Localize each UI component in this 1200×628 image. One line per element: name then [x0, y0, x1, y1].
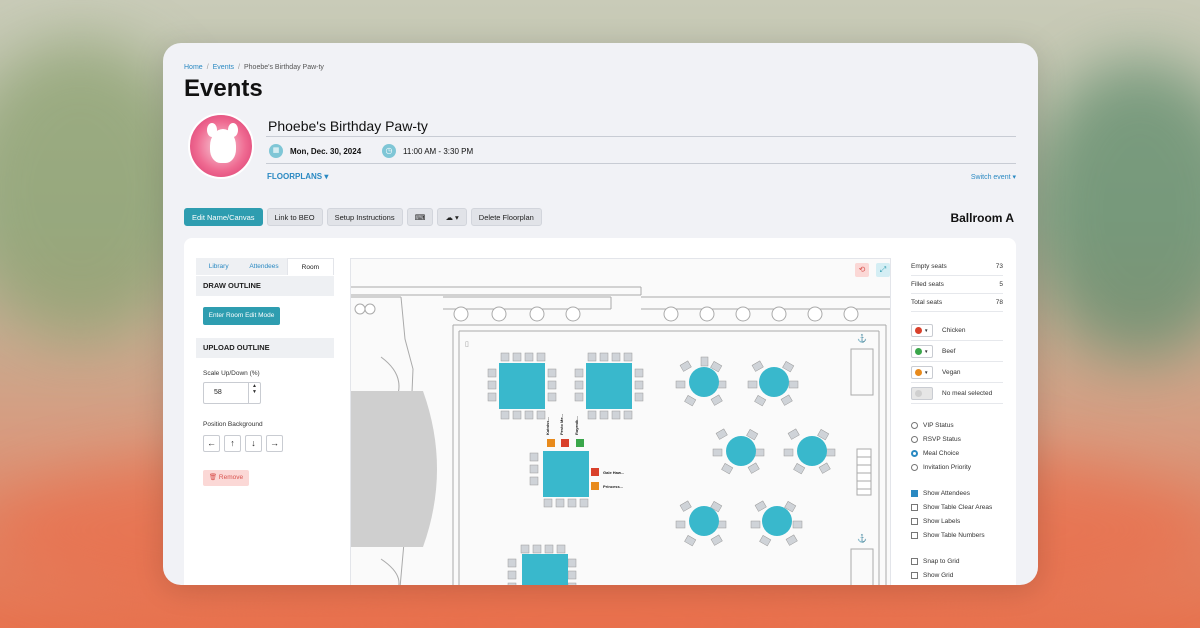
seat-stat-row: Empty seats 73	[911, 258, 1003, 276]
edit-name-canvas-button[interactable]: Edit Name/Canvas	[184, 208, 263, 226]
left-tabs: Library Attendees Room	[196, 258, 334, 275]
room-title: Ballroom A	[950, 211, 1014, 225]
meal-row-vegan: ▼ Vegan	[911, 362, 1003, 383]
anchor-icon: ⚓	[857, 333, 867, 343]
snap-to-grid-checkbox[interactable]: Snap to Grid	[911, 554, 1003, 568]
trash-icon: 🗑	[208, 474, 218, 481]
position-arrows: ← ↑ ↓ →	[203, 435, 283, 452]
anchor-icon: ⚓	[857, 533, 867, 543]
upload-outline-header: UPLOAD OUTLINE	[196, 338, 334, 358]
app-window: Home / Events / Phoebe's Birthday Paw-ty Eve…	[163, 43, 1038, 585]
enter-room-edit-mode-button[interactable]: Enter Room Edit Mode	[203, 307, 280, 325]
seat-label-right: Gale Haw...	[603, 470, 624, 475]
breadcrumb: Home / Events / Phoebe's Birthday Paw-ty	[184, 64, 324, 71]
meal-row-chicken: ▼ Chicken	[911, 320, 1003, 341]
show-labels-checkbox[interactable]: Show Labels	[911, 514, 1003, 528]
seat-stat-row: Total seats 78	[911, 294, 1003, 312]
meal-color-picker[interactable]: ▼	[911, 323, 933, 337]
view-option-rsvp[interactable]: RSVP Status	[911, 432, 1003, 446]
floorplans-dropdown[interactable]: FLOORPLANS ▾	[267, 172, 328, 181]
breadcrumb-events[interactable]: Events	[213, 64, 234, 71]
arrow-down-icon[interactable]: ↓	[245, 435, 262, 452]
remove-button[interactable]: 🗑 Remove	[203, 470, 249, 486]
floorplan-editor: Library Attendees Room DRAW OUTLINE Ente…	[184, 238, 1016, 585]
meal-color-picker[interactable]: ▼	[911, 365, 933, 379]
caret-down-icon: ▼	[924, 327, 929, 333]
cloud-download-button[interactable]: ☁ ▾	[437, 208, 467, 226]
show-table-numbers-checkbox[interactable]: Show Table Numbers	[911, 528, 1003, 542]
seat-label-right: Princess...	[603, 484, 623, 489]
event-time: 11:00 AM - 3:30 PM	[403, 147, 474, 156]
view-option-vip[interactable]: VIP Status	[911, 418, 1003, 432]
breadcrumb-current: Phoebe's Birthday Paw-ty	[244, 64, 324, 71]
right-panel: Empty seats 73 Filled seats 5 Total seats 7…	[911, 258, 1003, 582]
show-grid-checkbox[interactable]: Show Grid	[911, 568, 1003, 582]
seat-label-top: Katniss...	[545, 417, 550, 435]
keyboard-button[interactable]: ⌨	[406, 208, 434, 226]
floorplan-canvas[interactable]: ⟲ ⤢ Katniss... Pesto Me... Rayenik... Ga…	[350, 258, 891, 585]
scale-label: Scale Up/Down (%)	[203, 370, 260, 377]
view-option-priority[interactable]: Invitation Priority	[911, 460, 1003, 474]
caret-down-icon: ▾	[1012, 174, 1016, 181]
breadcrumb-home[interactable]: Home	[184, 64, 203, 71]
clock-icon: ◷	[382, 144, 396, 158]
scale-stepper[interactable]: ▲ ▼	[248, 383, 260, 403]
draw-outline-header: DRAW OUTLINE	[196, 276, 334, 296]
meal-row-beef: ▼ Beef	[911, 341, 1003, 362]
caret-down-icon: ▼	[924, 369, 929, 375]
meal-row-none: No meal selected	[911, 383, 1003, 404]
floorplan-drawing: Katniss... Pesto Me... Rayenik... Gale H…	[351, 286, 890, 585]
seat-stat-row: Filled seats 5	[911, 276, 1003, 294]
delete-floorplan-button[interactable]: Delete Floorplan	[470, 208, 542, 226]
seat-label-top: Pesto Me...	[559, 414, 564, 435]
show-attendees-checkbox[interactable]: Show Attendees	[911, 486, 1003, 500]
calendar-icon: ▦	[269, 144, 283, 158]
meal-color-picker[interactable]: ▼	[911, 344, 933, 358]
show-clear-areas-checkbox[interactable]: Show Table Clear Areas	[911, 500, 1003, 514]
tab-attendees[interactable]: Attendees	[241, 258, 287, 275]
caret-down-icon: ▾	[455, 213, 459, 222]
switch-event-dropdown[interactable]: Switch event ▾	[971, 173, 1016, 181]
cloud-icon: ☁	[445, 213, 453, 222]
event-date: Mon, Dec. 30, 2024	[290, 147, 362, 156]
event-avatar	[188, 113, 254, 179]
background-blob	[1030, 60, 1200, 360]
arrow-left-icon[interactable]: ←	[203, 435, 220, 452]
page-title: Events	[184, 75, 263, 102]
door-icon: ▯	[465, 341, 469, 348]
link-to-beo-button[interactable]: Link to BEO	[266, 208, 323, 226]
event-name: Phoebe's Birthday Paw-ty	[268, 118, 428, 134]
meal-color-none	[911, 386, 933, 400]
seat-label-top: Rayenik...	[574, 416, 579, 435]
arrow-up-icon[interactable]: ↑	[224, 435, 241, 452]
toolbar: Edit Name/Canvas Link to BEO Setup Instr…	[184, 208, 542, 226]
view-option-meal[interactable]: Meal Choice	[911, 446, 1003, 460]
tab-room[interactable]: Room	[286, 258, 334, 275]
tab-library[interactable]: Library	[196, 258, 242, 275]
caret-down-icon: ▾	[324, 172, 329, 181]
caret-down-icon: ▼	[924, 348, 929, 354]
setup-instructions-button[interactable]: Setup Instructions	[326, 208, 403, 226]
keyboard-icon: ⌨	[414, 213, 426, 222]
position-background-label: Position Background	[203, 421, 263, 428]
stepper-down-icon[interactable]: ▼	[249, 389, 260, 395]
arrow-right-icon[interactable]: →	[266, 435, 283, 452]
